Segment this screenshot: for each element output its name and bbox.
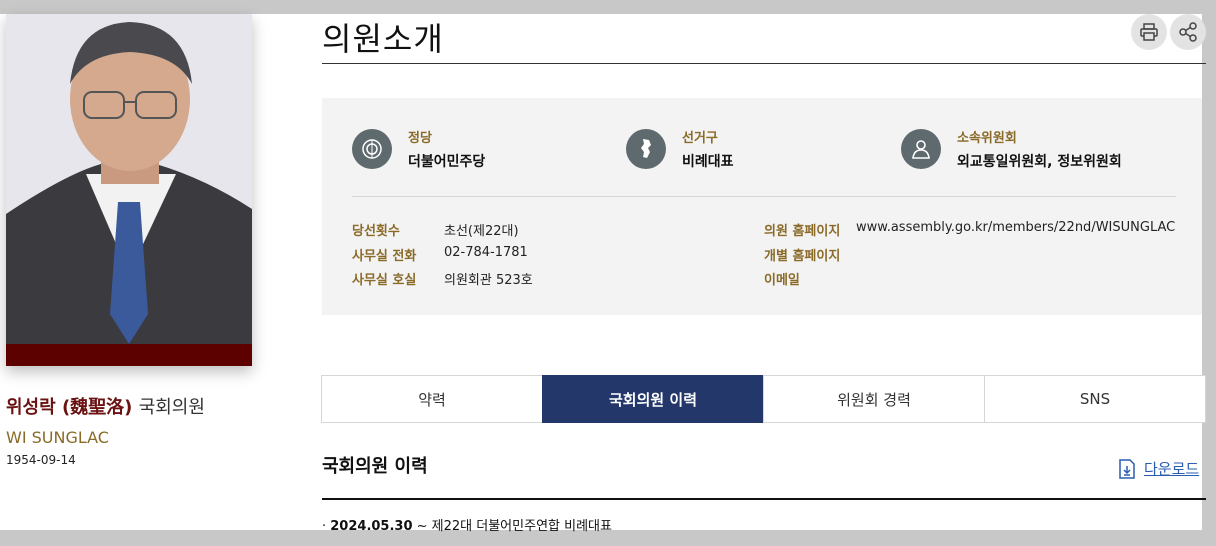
detail-personal-homepage: 개별 홈페이지 — [764, 245, 840, 264]
info-divider — [352, 196, 1176, 197]
share-button[interactable] — [1170, 14, 1206, 50]
info-value: 외교통일위원회, 정보위원회 — [957, 154, 1122, 170]
detail-label: 개별 홈페이지 — [764, 249, 841, 264]
homepage-link[interactable]: www.assembly.go.kr/members/22nd/WISUNGLA… — [856, 220, 1175, 235]
history-date: 2024.05.30 — [330, 519, 413, 534]
history-item: · 2024.05.30 ~ 제22대 더불어민주연합 비례대표 — [322, 515, 612, 534]
print-button[interactable] — [1131, 14, 1167, 50]
info-label: 선거구 — [682, 131, 718, 146]
detail-label: 이메일 — [764, 273, 800, 288]
detail-label: 사무실 전화 — [352, 249, 417, 264]
profile-tabs: 약력 국회의원 이력 위원회 경력 SNS — [321, 375, 1206, 423]
detail-value: 초선(제22대) — [444, 224, 519, 239]
tab-career[interactable]: 약력 — [321, 375, 543, 423]
detail-value: 02-784-1781 — [444, 245, 528, 260]
member-name-kr: 위성락 (魏聖洛) — [6, 397, 133, 418]
detail-label: 사무실 호실 — [352, 273, 417, 288]
korea-map-icon — [626, 129, 666, 169]
member-photo — [6, 14, 252, 366]
member-name-suffix: 국회의원 — [138, 397, 205, 418]
detail-elected: 당선횟수 초선(제22대) — [352, 220, 519, 239]
share-icon — [1179, 22, 1197, 42]
detail-office-room: 사무실 호실 의원회관 523호 — [352, 269, 533, 288]
member-info-box: 정당 더불어민주당 선거구 비례대표 소속위원회 외교통일위원회, 정보위원회 — [322, 98, 1202, 315]
person-icon — [901, 129, 941, 169]
detail-label: 당선횟수 — [352, 224, 400, 239]
detail-label: 의원 홈페이지 — [764, 224, 841, 239]
title-divider — [322, 63, 1206, 64]
member-birth: 1954-09-14 — [6, 453, 76, 467]
member-name-en: WI SUNGLAC — [6, 428, 109, 447]
printer-icon — [1140, 23, 1158, 41]
member-portrait — [6, 14, 252, 366]
download-label: 다운로드 — [1144, 460, 1200, 478]
page-title: 의원소개 — [322, 20, 444, 58]
detail-value: 의원회관 523호 — [444, 273, 533, 288]
page: 위성락 (魏聖洛) 국회의원 WI SUNGLAC 1954-09-14 의원소… — [0, 0, 1216, 546]
info-label: 정당 — [408, 131, 432, 146]
detail-email: 이메일 — [764, 269, 800, 288]
tab-committee-career[interactable]: 위원회 경력 — [763, 375, 985, 423]
section-title: 국회의원 이력 — [322, 456, 428, 477]
detail-office-phone: 사무실 전화 02-784-1781 — [352, 245, 528, 264]
info-value: 비례대표 — [682, 154, 734, 170]
section-divider — [322, 498, 1206, 500]
info-value: 더불어민주당 — [408, 154, 486, 170]
detail-homepage: 의원 홈페이지 www.assembly.go.kr/members/22nd/… — [764, 220, 1175, 239]
member-name: 위성락 (魏聖洛) 국회의원 — [6, 393, 205, 419]
download-file-icon — [1119, 458, 1135, 479]
tab-assembly-history[interactable]: 국회의원 이력 — [542, 375, 764, 423]
party-emblem-icon — [352, 129, 392, 169]
info-label: 소속위원회 — [957, 131, 1017, 146]
tab-sns[interactable]: SNS — [984, 375, 1206, 423]
history-text: ~ 제22대 더불어민주연합 비례대표 — [412, 519, 612, 534]
download-link[interactable]: 다운로드 — [1118, 458, 1199, 479]
photo-bottom-bar — [6, 344, 252, 366]
